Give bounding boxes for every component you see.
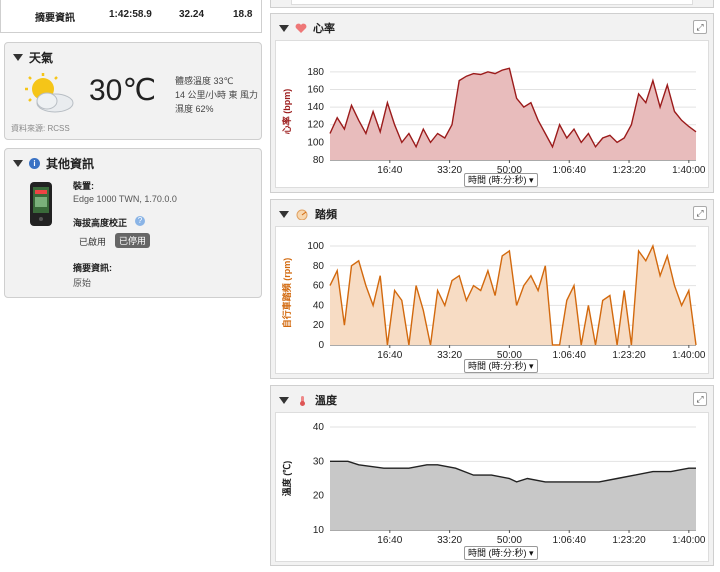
cadence-header[interactable]: 踏頻 xyxy=(279,206,337,222)
heart-rate-header[interactable]: 心率 xyxy=(279,20,335,36)
x-tick-label: 1:40:00 xyxy=(672,165,706,176)
summary-value-b: 18.8 xyxy=(233,9,253,20)
y-tick-label: 80 xyxy=(313,261,325,272)
expand-icon[interactable]: ⤢ xyxy=(693,392,707,406)
cadence-panel: 踏頻 ⤢ 100 80 60 40 20 0 16:40 33:20 50:00 1:06:40 1… xyxy=(270,199,714,379)
x-tick-label: 1:40:00 xyxy=(672,350,706,361)
temperature-panel: 溫度 ⤢ 40 30 20 10 16:40 33:20 50:00 1:06:40 1:23:… xyxy=(270,385,714,566)
y-tick-label: 100 xyxy=(307,241,324,252)
x-tick-label: 1:06:40 xyxy=(553,535,587,546)
x-tick-label: 16:40 xyxy=(377,535,402,546)
device-label: 裝置: xyxy=(73,181,94,191)
expand-icon[interactable]: ⤢ xyxy=(693,20,707,34)
y-tick-label: 10 xyxy=(313,525,325,536)
collapse-triangle-icon[interactable] xyxy=(279,210,289,218)
help-icon[interactable]: ? xyxy=(135,216,145,226)
collapse-triangle-icon[interactable] xyxy=(13,160,23,167)
device-value: Edge 1000 TWN, 1.70.0.0 xyxy=(73,194,177,204)
other-info-panel: i 其他資訊 裝置: Edge 1000 TWN, 1.70.0.0 海拔高度校… xyxy=(4,148,262,298)
y-axis-label: 自行車踏頻 (rpm) xyxy=(281,258,292,329)
temperature-chart-body: 40 30 20 10 16:40 33:20 50:00 1:06:40 1:23:20 1:4… xyxy=(275,412,709,562)
summary-label: 摘要資訊 xyxy=(35,13,75,24)
x-axis-selector[interactable]: 時間 (時:分:秒) ▾ xyxy=(464,173,538,187)
weather-wind: 14 公里/小時 東 風力 xyxy=(175,90,259,100)
y-tick-label: 100 xyxy=(307,137,324,148)
summary-table: 摘要資訊 1:42:58.9 32.24 18.8 xyxy=(0,0,262,33)
summary-info-value: 原始 xyxy=(73,278,92,288)
heart-icon xyxy=(295,23,307,33)
y-tick-label: 40 xyxy=(313,422,325,433)
elevation-label: 海拔高度校正 xyxy=(73,218,128,228)
y-tick-label: 140 xyxy=(307,102,324,113)
series-area xyxy=(330,246,696,345)
other-info-header[interactable]: i 其他資訊 xyxy=(13,155,94,172)
collapse-triangle-icon[interactable] xyxy=(279,24,289,32)
x-tick-label: 33:20 xyxy=(437,165,462,176)
x-axis-selector-label: 時間 (時:分:秒) xyxy=(468,361,527,371)
x-tick-label: 1:06:40 xyxy=(553,350,587,361)
summary-value-a: 32.24 xyxy=(179,9,205,20)
previous-chart-panel-edge xyxy=(270,0,714,8)
partly-cloudy-icon xyxy=(25,73,74,113)
y-tick-label: 0 xyxy=(318,340,324,351)
elevation-disabled-option[interactable]: 已停用 xyxy=(115,233,151,248)
weather-humidity: 濕度 62% xyxy=(175,104,214,114)
weather-temperature: 30℃ xyxy=(89,74,157,107)
thermometer-icon xyxy=(300,395,305,406)
cadence-title: 踏頻 xyxy=(315,209,337,221)
x-tick-label: 1:23:20 xyxy=(612,165,646,176)
weather-source: 資料來源: RCSS xyxy=(11,124,70,133)
expand-icon[interactable]: ⤢ xyxy=(693,206,707,220)
collapse-triangle-icon[interactable] xyxy=(13,54,23,61)
info-icon: i xyxy=(29,158,40,169)
x-tick-label: 1:40:00 xyxy=(672,535,706,546)
y-tick-label: 40 xyxy=(313,300,325,311)
summary-time: 1:42:58.9 xyxy=(109,9,152,20)
x-tick-label: 1:23:20 xyxy=(612,535,646,546)
y-tick-label: 60 xyxy=(313,281,325,292)
x-tick-label: 33:20 xyxy=(437,350,462,361)
weather-feels-like: 體感溫度 33℃ xyxy=(175,76,234,86)
x-tick-label: 33:20 xyxy=(437,535,462,546)
heart-rate-chart-body: 180 160 140 120 100 80 16:40 33:20 50:00 1:06:40 1… xyxy=(275,40,709,188)
heart-rate-panel: 心率 ⤢ 180 160 140 120 100 80 16:40 33:20 50:00 1:0… xyxy=(270,13,714,193)
x-axis-selector[interactable]: 時間 (時:分:秒) ▾ xyxy=(464,546,538,560)
x-axis-selector-label: 時間 (時:分:秒) xyxy=(468,175,527,185)
y-tick-label: 20 xyxy=(313,320,325,331)
y-axis-label: 心率 (bpm) xyxy=(281,89,292,135)
x-tick-label: 50:00 xyxy=(497,535,522,546)
weather-panel: 天氣 30℃ 體感溫度 33℃ 14 公里/小時 東 風力 濕度 62% 資料來… xyxy=(4,42,262,140)
temperature-title: 溫度 xyxy=(315,395,337,407)
y-tick-label: 20 xyxy=(313,491,325,502)
cadence-chart-body: 100 80 60 40 20 0 16:40 33:20 50:00 1:06:40 1:23:2… xyxy=(275,226,709,374)
heart-rate-chart: 1801601401201008016:40 33:20 50:00 1:06:40 1… xyxy=(281,67,706,176)
weather-header[interactable]: 天氣 xyxy=(13,49,53,66)
y-tick-label: 80 xyxy=(313,155,325,166)
y-tick-label: 180 xyxy=(307,67,324,78)
x-tick-label: 1:23:20 xyxy=(612,350,646,361)
y-axis-label: 溫度 (℃) xyxy=(281,461,292,497)
device-icon xyxy=(30,182,52,226)
collapse-triangle-icon[interactable] xyxy=(279,396,289,404)
x-axis-selector[interactable]: 時間 (時:分:秒) ▾ xyxy=(464,359,538,373)
cadence-chart: 10080604020016:40 33:20 50:00 1:06:40 1:23:2… xyxy=(281,241,706,361)
x-tick-label: 16:40 xyxy=(377,350,402,361)
series-area xyxy=(330,461,696,530)
heart-rate-title: 心率 xyxy=(313,23,335,35)
y-tick-label: 160 xyxy=(307,84,324,95)
weather-title: 天氣 xyxy=(29,51,54,65)
x-tick-label: 1:06:40 xyxy=(553,165,587,176)
summary-info-label: 摘要資訊: xyxy=(73,263,112,273)
y-tick-label: 120 xyxy=(307,120,324,131)
cadence-icon xyxy=(296,209,308,220)
other-info-title: 其他資訊 xyxy=(46,157,95,171)
temperature-header[interactable]: 溫度 xyxy=(279,392,337,408)
elevation-enabled-option[interactable]: 已啟用 xyxy=(79,235,106,248)
y-tick-label: 30 xyxy=(313,456,325,467)
temperature-chart: 40 30 20 10 16:40 33:20 50:00 1:06:40 1:23:20 1:4… xyxy=(281,422,706,546)
x-axis-selector-label: 時間 (時:分:秒) xyxy=(468,548,527,558)
x-tick-label: 16:40 xyxy=(377,165,402,176)
